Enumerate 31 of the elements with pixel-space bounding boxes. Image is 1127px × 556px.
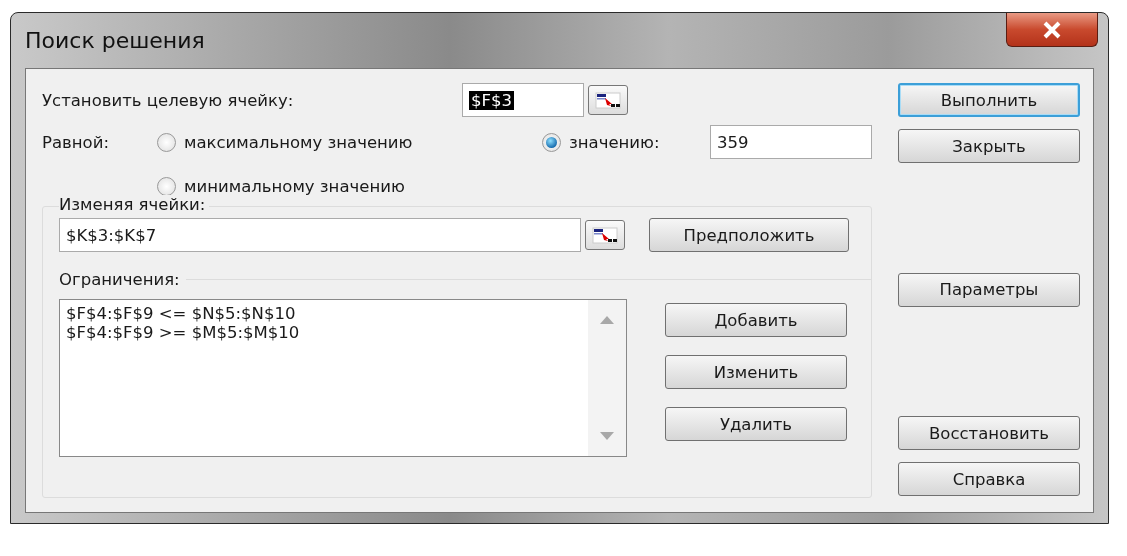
constraints-list[interactable]: $F$4:$F$9 <= $N$5:$N$10 $F$4:$F$9 >= $M$5:$M$10 [59, 299, 627, 457]
dialog-button[interactable]: Удалить [665, 407, 847, 441]
dialog-button[interactable]: Восстановить [898, 416, 1080, 450]
range-select-button[interactable] [585, 220, 625, 250]
range-select-icon [594, 90, 622, 110]
changing-cells-field[interactable]: $K$3:$K$7 [59, 218, 581, 252]
range-select-icon [591, 225, 619, 245]
dialog-button[interactable]: Выполнить [898, 83, 1080, 117]
constraints-label: Ограничения: [59, 270, 180, 289]
radio-option[interactable]: значению: [542, 132, 660, 152]
dialog-button[interactable]: Закрыть [898, 129, 1080, 163]
dialog-button[interactable]: Добавить [665, 303, 847, 337]
target-value-field[interactable]: 359 [710, 125, 872, 159]
scroll-down-icon [600, 432, 614, 440]
close-icon [1042, 20, 1062, 39]
guess-button[interactable]: Предположить [649, 218, 849, 252]
scrollbar[interactable] [588, 300, 626, 456]
constraint-item[interactable]: $F$4:$F$9 >= $M$5:$M$10 [66, 323, 300, 342]
target-cell-field[interactable]: $F$3 [462, 83, 584, 117]
equal-to-label: Равной: [42, 132, 110, 152]
window-title: Поиск решения [25, 28, 205, 53]
dialog-button[interactable]: Справка [898, 462, 1080, 496]
close-button[interactable] [1006, 13, 1098, 47]
range-select-button[interactable] [588, 85, 628, 115]
radio-option[interactable]: максимальному значению [157, 132, 413, 152]
constraint-item[interactable]: $F$4:$F$9 <= $N$5:$N$10 [66, 304, 296, 323]
dialog-button[interactable]: Параметры [898, 272, 1080, 307]
dialog-button[interactable]: Изменить [665, 355, 847, 389]
target-cell-label: Установить целевую ячейку: [42, 90, 295, 110]
target-cell-value: $F$3 [469, 90, 514, 110]
scroll-up-icon [600, 316, 614, 324]
